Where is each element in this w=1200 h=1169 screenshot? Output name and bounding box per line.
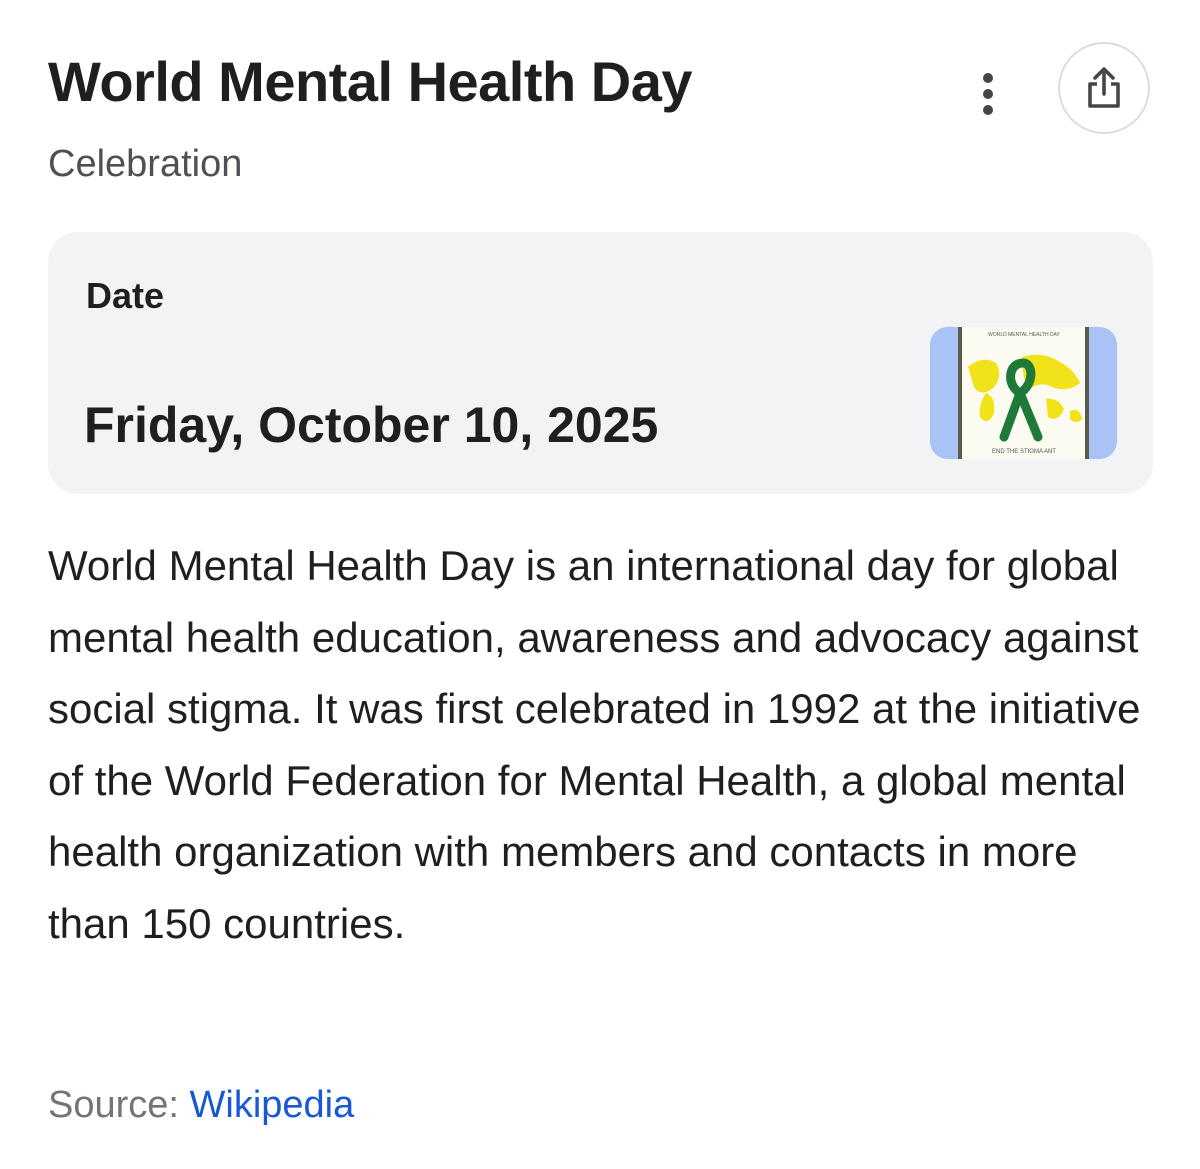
awareness-ribbon-poster-image: WORLD MENTAL HEALTH DAY END THE STIGMA A… [930, 327, 1117, 459]
header: World Mental Health Day [48, 44, 928, 120]
source-link-wikipedia[interactable]: Wikipedia [190, 1084, 355, 1126]
more-options-button[interactable] [966, 64, 1010, 124]
page-title: World Mental Health Day [48, 50, 693, 113]
entity-type-label: Celebration [48, 143, 243, 185]
source-label: Source: [48, 1084, 179, 1126]
share-button[interactable] [1058, 42, 1150, 134]
share-icon [1088, 67, 1120, 108]
date-value: Friday, October 10, 2025 [84, 397, 659, 453]
date-card: Date Friday, October 10, 2025 WORLD MENT… [48, 232, 1153, 494]
poster-caption-bottom: END THE STIGMA ANT [992, 449, 1056, 455]
poster-caption-top: WORLD MENTAL HEALTH DAY [988, 332, 1060, 338]
description-text: World Mental Health Day is an internatio… [48, 542, 1141, 947]
more-vert-icon-dot-top [983, 73, 993, 83]
more-vert-icon-dot-middle [983, 89, 993, 99]
event-thumbnail[interactable]: WORLD MENTAL HEALTH DAY END THE STIGMA A… [930, 327, 1117, 459]
date-label: Date [86, 275, 165, 316]
source-line: Source: Wikipedia [48, 1082, 354, 1128]
more-vert-icon-dot-bottom [983, 105, 993, 115]
